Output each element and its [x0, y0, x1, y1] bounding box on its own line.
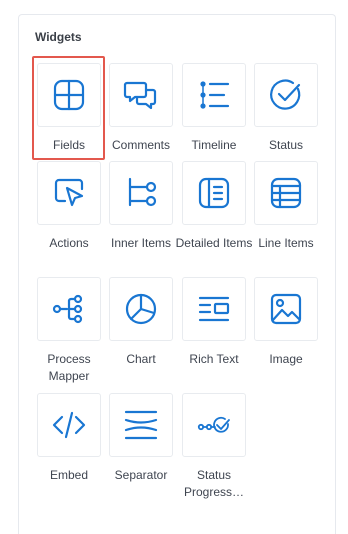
chart-icon [125, 293, 157, 325]
widget-tile[interactable] [182, 63, 246, 127]
widget-status-progress[interactable]: Status Progress… [170, 393, 258, 501]
widget-tile[interactable] [109, 161, 173, 225]
widget-tile[interactable] [37, 393, 101, 457]
widget-line-items[interactable]: Line Items [242, 161, 330, 252]
embed-icon [52, 411, 86, 439]
widget-tile[interactable] [182, 393, 246, 457]
image-icon [270, 293, 302, 325]
comments-icon [123, 81, 157, 110]
widget-tile[interactable] [37, 277, 101, 341]
widget-tile[interactable] [37, 161, 101, 225]
widget-label: Line Items [258, 236, 314, 250]
status-progress-icon [197, 416, 230, 433]
separator-icon [124, 410, 158, 440]
widget-tile[interactable] [109, 393, 173, 457]
process-mapper-icon [52, 294, 83, 324]
line-items-icon [270, 177, 302, 209]
widget-tile[interactable] [109, 63, 173, 127]
widget-label: Status [268, 138, 304, 152]
widget-tile[interactable] [254, 277, 318, 341]
widget-label: Image [269, 352, 303, 366]
widget-image[interactable]: Image [242, 277, 330, 368]
fields-icon [53, 79, 85, 111]
widget-tile[interactable] [254, 161, 318, 225]
widget-tile[interactable] [254, 63, 318, 127]
widget-tile[interactable] [182, 161, 246, 225]
widget-tile[interactable] [182, 277, 246, 341]
timeline-icon [200, 81, 230, 109]
inner-items-icon [128, 177, 157, 207]
actions-icon [54, 178, 84, 207]
detailed-items-icon [198, 177, 230, 209]
panel-title: Widgets [35, 30, 82, 44]
status-icon [270, 79, 301, 110]
widget-label: Status Progress… [183, 468, 245, 499]
rich-text-icon [198, 296, 230, 322]
widget-status[interactable]: Status [242, 63, 330, 154]
widgets-panel: Widgets Fields Comments Timeline Status … [18, 14, 336, 534]
widget-tile[interactable] [37, 63, 101, 127]
widget-tile[interactable] [109, 277, 173, 341]
